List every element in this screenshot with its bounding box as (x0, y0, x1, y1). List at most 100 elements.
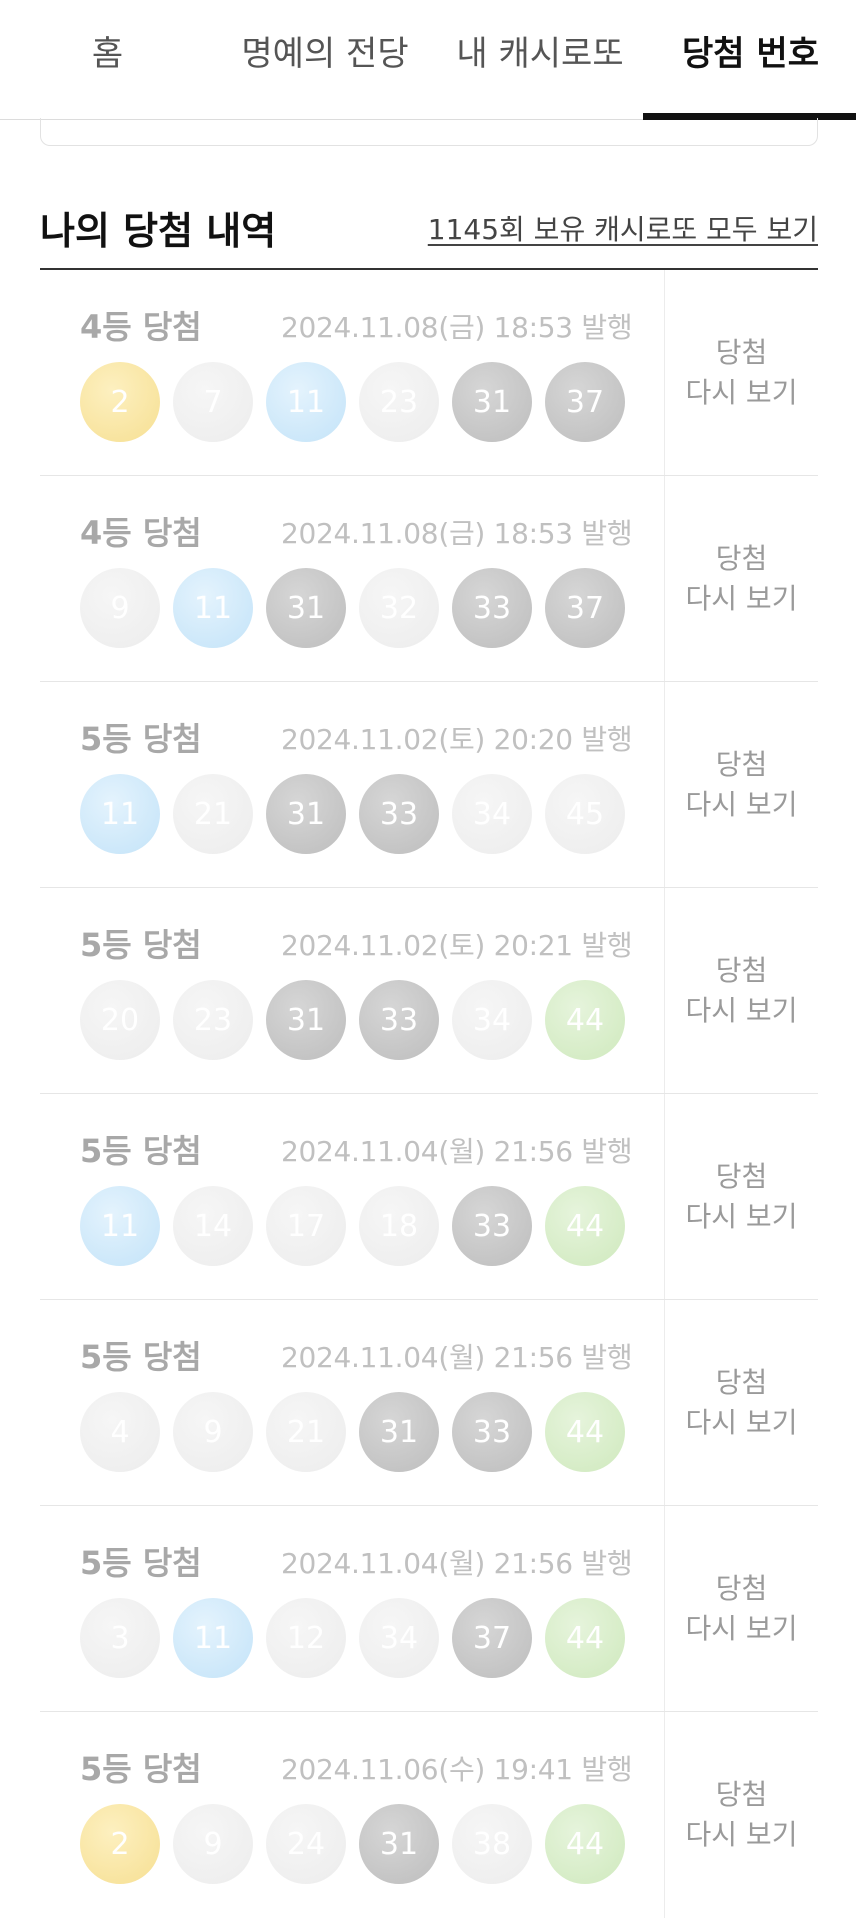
replay-label-line1: 당첨 (715, 1159, 768, 1193)
tab-winning-numbers[interactable]: 당첨 번호 (645, 0, 856, 118)
lotto-ball: 31 (266, 568, 346, 648)
issued-datetime: 2024.11.06(수) 19:41 발행 (281, 1753, 633, 1786)
lotto-ball: 44 (545, 1598, 625, 1678)
win-row-info: 5등 당첨 2024.11.04(월) 21:56 발행 11 14 17 18 33 4… (40, 1094, 665, 1299)
replay-label-line1: 당첨 (715, 953, 768, 987)
lotto-ball: 33 (452, 1392, 532, 1472)
lotto-ball: 21 (266, 1392, 346, 1472)
lotto-ball: 23 (173, 980, 253, 1060)
issued-datetime: 2024.11.04(월) 21:56 발행 (281, 1135, 633, 1168)
win-row-info: 5등 당첨 2024.11.02(토) 20:21 발행 20 23 31 33 34 4… (40, 888, 665, 1093)
replay-label-line2: 다시 보기 (685, 787, 798, 821)
lotto-ball: 9 (80, 568, 160, 648)
lotto-ball: 14 (173, 1186, 253, 1266)
lotto-numbers: 2 9 24 31 38 44 (80, 1804, 625, 1884)
win-row-info: 4등 당첨 2024.11.08(금) 18:53 발행 9 11 31 32 33 37 (40, 476, 665, 681)
lotto-ball: 21 (173, 774, 253, 854)
lotto-ball: 3 (80, 1598, 160, 1678)
win-row: 4등 당첨 2024.11.08(금) 18:53 발행 2 7 11 23 31 37 … (40, 270, 818, 476)
lotto-ball: 44 (545, 980, 625, 1060)
lotto-ball: 9 (173, 1804, 253, 1884)
issued-datetime: 2024.11.08(금) 18:53 발행 (281, 517, 633, 550)
lotto-ball: 11 (173, 568, 253, 648)
win-row: 5등 당첨 2024.11.02(토) 20:21 발행 20 23 31 33 34 4… (40, 888, 818, 1094)
replay-draw-button[interactable]: 당첨 다시 보기 (665, 888, 818, 1093)
prize-rank: 5등 당첨 (80, 1750, 202, 1788)
issued-datetime: 2024.11.04(월) 21:56 발행 (281, 1547, 633, 1580)
lotto-ball: 34 (359, 1598, 439, 1678)
lotto-ball: 44 (545, 1804, 625, 1884)
replay-draw-button[interactable]: 당첨 다시 보기 (665, 682, 818, 887)
previous-card-edge (40, 118, 818, 146)
replay-draw-button[interactable]: 당첨 다시 보기 (665, 476, 818, 681)
tab-home[interactable]: 홈 (40, 0, 175, 118)
win-row-info: 5등 당첨 2024.11.04(월) 21:56 발행 4 9 21 31 33 44 (40, 1300, 665, 1505)
top-tab-bar: 홈 명예의 전당 내 캐시로또 당첨 번호 (0, 0, 856, 120)
prize-rank: 5등 당첨 (80, 720, 202, 758)
tab-hall-of-fame[interactable]: 명예의 전당 (225, 0, 425, 118)
lotto-ball: 31 (359, 1392, 439, 1472)
lotto-ball: 33 (359, 980, 439, 1060)
win-row: 4등 당첨 2024.11.08(금) 18:53 발행 9 11 31 32 33 37… (40, 476, 818, 682)
lotto-ball: 31 (359, 1804, 439, 1884)
issued-datetime: 2024.11.04(월) 21:56 발행 (281, 1341, 633, 1374)
replay-label-line2: 다시 보기 (685, 1405, 798, 1439)
lotto-ball: 38 (452, 1804, 532, 1884)
lotto-ball: 44 (545, 1392, 625, 1472)
lotto-ball: 31 (452, 362, 532, 442)
issued-datetime: 2024.11.02(토) 20:21 발행 (281, 929, 633, 962)
replay-label-line2: 다시 보기 (685, 375, 798, 409)
lotto-ball: 37 (545, 568, 625, 648)
lotto-ball: 37 (545, 362, 625, 442)
replay-draw-button[interactable]: 당첨 다시 보기 (665, 1094, 818, 1299)
prize-rank: 4등 당첨 (80, 308, 202, 346)
win-row-info: 4등 당첨 2024.11.08(금) 18:53 발행 2 7 11 23 31 37 (40, 270, 665, 475)
lotto-ball: 32 (359, 568, 439, 648)
lotto-ball: 4 (80, 1392, 160, 1472)
prize-rank: 5등 당첨 (80, 1544, 202, 1582)
lotto-numbers: 2 7 11 23 31 37 (80, 362, 625, 442)
lotto-ball: 20 (80, 980, 160, 1060)
lotto-ball: 2 (80, 1804, 160, 1884)
win-row: 5등 당첨 2024.11.04(월) 21:56 발행 11 14 17 18 33 4… (40, 1094, 818, 1300)
replay-draw-button[interactable]: 당첨 다시 보기 (665, 1506, 818, 1711)
lotto-ball: 34 (452, 774, 532, 854)
win-row: 5등 당첨 2024.11.04(월) 21:56 발행 3 11 12 34 37 44… (40, 1506, 818, 1712)
replay-label-line1: 당첨 (715, 1571, 768, 1605)
replay-draw-button[interactable]: 당첨 다시 보기 (665, 270, 818, 475)
lotto-ball: 12 (266, 1598, 346, 1678)
prize-rank: 5등 당첨 (80, 926, 202, 964)
lotto-numbers: 11 14 17 18 33 44 (80, 1186, 625, 1266)
lotto-ball: 11 (266, 362, 346, 442)
win-row: 5등 당첨 2024.11.02(토) 20:20 발행 11 21 31 33 34 4… (40, 682, 818, 888)
lotto-ball: 17 (266, 1186, 346, 1266)
lotto-ball: 11 (173, 1598, 253, 1678)
lotto-ball: 33 (452, 1186, 532, 1266)
see-all-tickets-link[interactable]: 1145회 보유 캐시로또 모두 보기 (428, 208, 818, 248)
tab-my-cashlotto[interactable]: 내 캐시로또 (440, 0, 640, 118)
replay-label-line1: 당첨 (715, 1365, 768, 1399)
replay-draw-button[interactable]: 당첨 다시 보기 (665, 1300, 818, 1505)
replay-draw-button[interactable]: 당첨 다시 보기 (665, 1712, 818, 1918)
replay-label-line2: 다시 보기 (685, 1199, 798, 1233)
lotto-ball: 34 (452, 980, 532, 1060)
section-title: 나의 당첨 내역 (40, 209, 277, 253)
lotto-numbers: 4 9 21 31 33 44 (80, 1392, 625, 1472)
win-row-info: 5등 당첨 2024.11.04(월) 21:56 발행 3 11 12 34 37 44 (40, 1506, 665, 1711)
lotto-ball: 45 (545, 774, 625, 854)
replay-label-line2: 다시 보기 (685, 1611, 798, 1645)
lotto-ball: 7 (173, 362, 253, 442)
replay-label-line2: 다시 보기 (685, 1818, 798, 1851)
lotto-ball: 18 (359, 1186, 439, 1266)
lotto-numbers: 9 11 31 32 33 37 (80, 568, 625, 648)
win-row-info: 5등 당첨 2024.11.06(수) 19:41 발행 2 9 24 31 38 44 (40, 1712, 665, 1918)
lotto-numbers: 11 21 31 33 34 45 (80, 774, 625, 854)
replay-label-line2: 다시 보기 (685, 993, 798, 1027)
lotto-ball: 31 (266, 980, 346, 1060)
replay-label-line1: 당첨 (715, 747, 768, 781)
prize-rank: 5등 당첨 (80, 1338, 202, 1376)
lotto-ball: 9 (173, 1392, 253, 1472)
lotto-ball: 31 (266, 774, 346, 854)
lotto-ball: 23 (359, 362, 439, 442)
lotto-ball: 24 (266, 1804, 346, 1884)
